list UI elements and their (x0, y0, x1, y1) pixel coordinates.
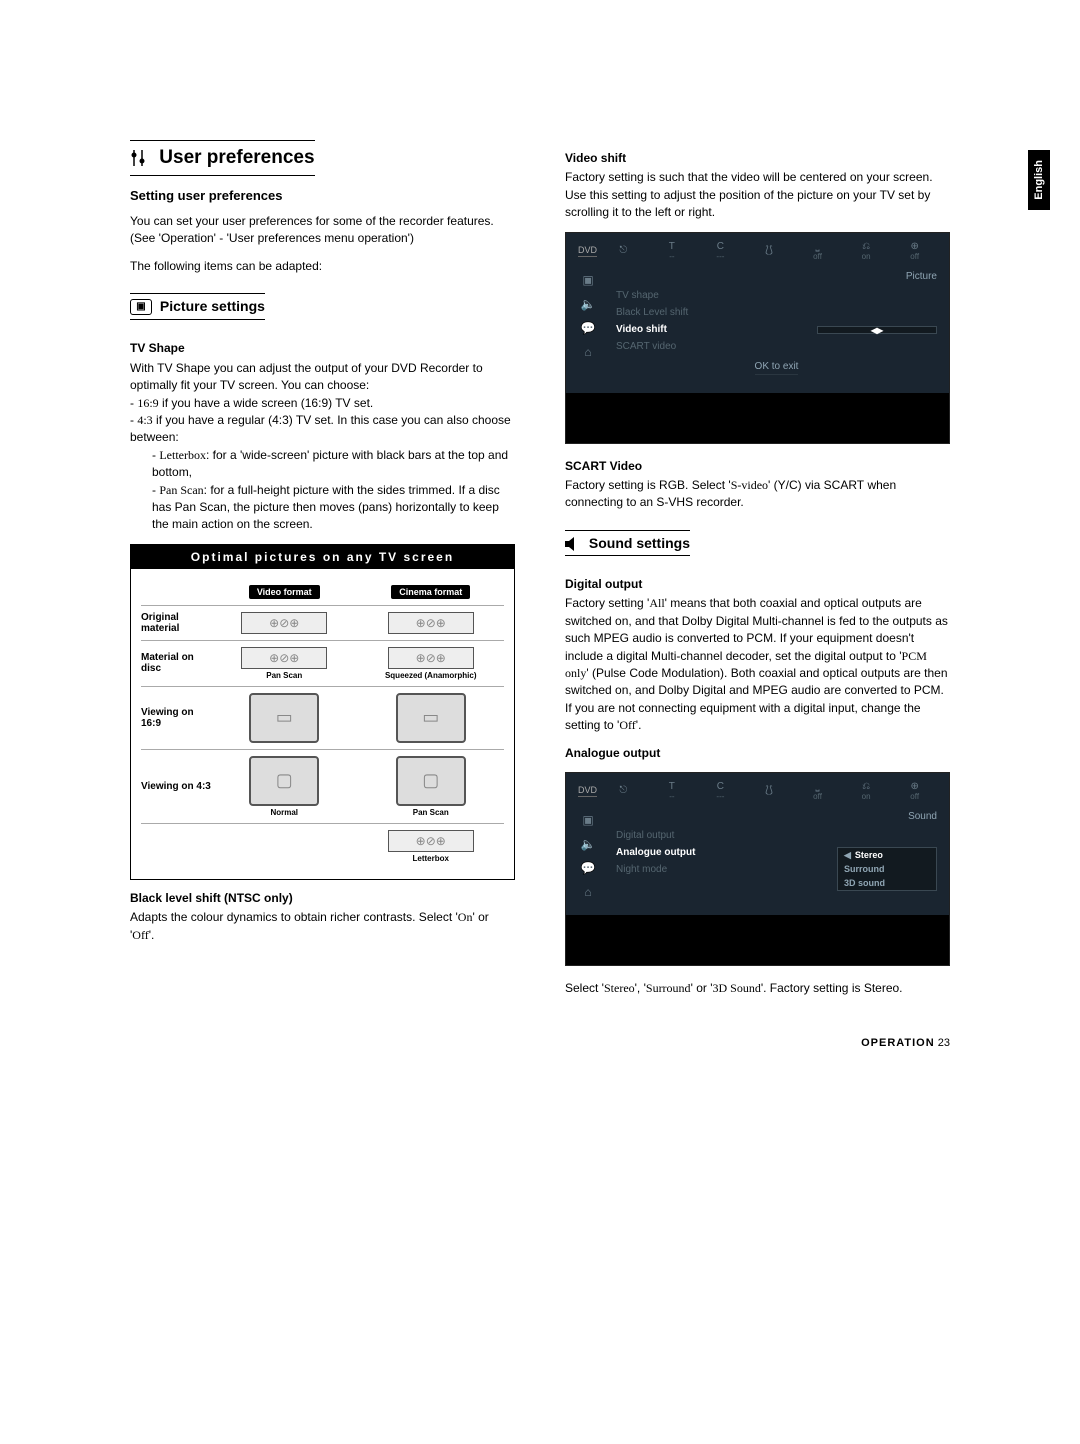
tv-format-diagram: Optimal pictures on any TV screen Video … (130, 544, 515, 880)
sliders-icon: ⎋ (601, 785, 646, 796)
digital-output-text: Factory setting 'All' means that both co… (565, 595, 950, 734)
thumb-icon: ⊕⊘⊕ (388, 830, 474, 852)
c-icon: C--- (698, 241, 743, 261)
tvshape-heading: TV Shape (130, 340, 515, 357)
osd-item-selected: Video shift ◀▶ (612, 321, 941, 338)
black-level-heading: Black level shift (NTSC only) (130, 890, 515, 907)
tv-icon: ▭ (396, 693, 466, 743)
osd-item: Digital output (612, 827, 941, 844)
sound-tab-icon: 🔈 (581, 837, 596, 851)
osd-sound-screenshot: DVD ⎋ T-- C--- ⟅⟆ ⎵off ⎌on ⊕off ▣ 🔈 💬 (565, 772, 950, 966)
diagram-title: Optimal pictures on any TV screen (131, 545, 514, 569)
dropdown-option: Surround (838, 862, 936, 876)
features-tab-icon: ⌂ (584, 885, 591, 899)
subtitle-setting-prefs: Setting user preferences (130, 188, 515, 203)
osd-ok-hint: OK to exit (755, 361, 799, 375)
tvshape-option-169: - 16:9 if you have a wide screen (16:9) … (130, 395, 515, 412)
analogue-dropdown: ◀Stereo Surround 3D sound (837, 847, 937, 891)
t-icon: T-- (650, 241, 695, 261)
tv-icon: ▢ (396, 756, 466, 806)
right-column: Video shift Factory setting is such that… (565, 140, 950, 997)
digital-output-heading: Digital output (565, 576, 950, 593)
osd-item: SCART video (612, 338, 941, 355)
row-169: Viewing on 16:9 (141, 707, 211, 729)
sound-settings-heading: Sound settings (565, 530, 690, 556)
subtitle-icon: ⎵off (795, 781, 840, 801)
osd-category-label: Picture (906, 271, 937, 282)
audio-icon: ⟅⟆ (747, 245, 792, 256)
video-shift-heading: Video shift (565, 150, 950, 167)
manual-page: English User preferences Setting user pr… (0, 0, 1080, 1089)
row-original: Original material (141, 612, 211, 634)
c-icon: C--- (698, 781, 743, 801)
thumb-icon: ⊕⊘⊕ (388, 647, 474, 669)
scart-heading: SCART Video (565, 458, 950, 475)
analogue-output-heading: Analogue output (565, 745, 950, 762)
thumb-icon: ⊕⊘⊕ (388, 612, 474, 634)
tvshape-text: With TV Shape you can adjust the output … (130, 360, 515, 395)
two-column-layout: User preferences Setting user preference… (130, 140, 950, 997)
page-footer: OPERATION 23 (130, 1037, 950, 1049)
left-column: User preferences Setting user preference… (130, 140, 515, 997)
speaker-icon (565, 537, 581, 551)
row-on-disc: Material on disc (141, 652, 211, 674)
tv-icon: ▭ (249, 693, 319, 743)
osd-picture-screenshot: DVD ⎋ T-- C--- ⟅⟆ ⎵off ⎌on ⊕off ▣ 🔈 💬 (565, 232, 950, 444)
osd-item: TV shape (612, 287, 941, 304)
lang-tab-icon: 💬 (581, 321, 596, 335)
dropdown-option: ◀Stereo (838, 848, 936, 862)
angle-icon: ⎌on (844, 781, 889, 801)
tv-icon: ▢ (249, 756, 319, 806)
audio-icon: ⟅⟆ (747, 785, 792, 796)
tvshape-option-43: - 4:3 if you have a regular (4:3) TV set… (130, 412, 515, 447)
angle-icon: ⎌on (844, 241, 889, 261)
tvshape-sub-panscan: - Pan Scan: for a full-height picture wi… (152, 482, 515, 534)
features-tab-icon: ⌂ (584, 345, 591, 359)
sound-tab-icon: 🔈 (581, 297, 596, 311)
lang-tab-icon: 💬 (581, 861, 596, 875)
dropdown-option: 3D sound (838, 876, 936, 890)
intro-text-2: The following items can be adapted: (130, 258, 515, 275)
analogue-output-text: Select 'Stereo', 'Surround' or '3D Sound… (565, 980, 950, 997)
thumb-icon: ⊕⊘⊕ (241, 612, 327, 634)
picture-tab-icon: ▣ (582, 273, 593, 287)
picture-icon: ▣ (130, 299, 152, 315)
scart-text: Factory setting is RGB. Select 'S-video'… (565, 477, 950, 512)
sliders-icon (130, 150, 148, 166)
diagram-col-cinema: Cinema format (391, 585, 470, 599)
diagram-col-video: Video format (249, 585, 320, 599)
t-icon: T-- (650, 781, 695, 801)
zoom-icon: ⊕off (892, 781, 937, 801)
picture-settings-heading: ▣ Picture settings (130, 293, 265, 320)
dvd-icon: DVD (578, 785, 597, 797)
dvd-icon: DVD (578, 245, 597, 257)
page-title: User preferences (130, 140, 315, 176)
picture-tab-icon: ▣ (582, 813, 593, 827)
osd-item: Black Level shift (612, 304, 941, 321)
osd-category-label: Sound (908, 811, 937, 822)
sliders-icon: ⎋ (601, 245, 646, 256)
osd-item-selected: Analogue output ◀Stereo Surround 3D soun… (612, 844, 941, 861)
tvshape-sub-letterbox: - Letterbox: for a 'wide-screen' picture… (152, 447, 515, 482)
black-level-text: Adapts the colour dynamics to obtain ric… (130, 909, 515, 944)
row-43: Viewing on 4:3 (141, 781, 211, 792)
zoom-icon: ⊕off (892, 241, 937, 261)
video-shift-slider: ◀▶ (817, 326, 937, 334)
language-tab: English (1028, 150, 1050, 210)
intro-text-1: You can set your user preferences for so… (130, 213, 515, 248)
video-shift-text: Factory setting is such that the video w… (565, 169, 950, 221)
subtitle-icon: ⎵off (795, 241, 840, 261)
thumb-icon: ⊕⊘⊕ (241, 647, 327, 669)
